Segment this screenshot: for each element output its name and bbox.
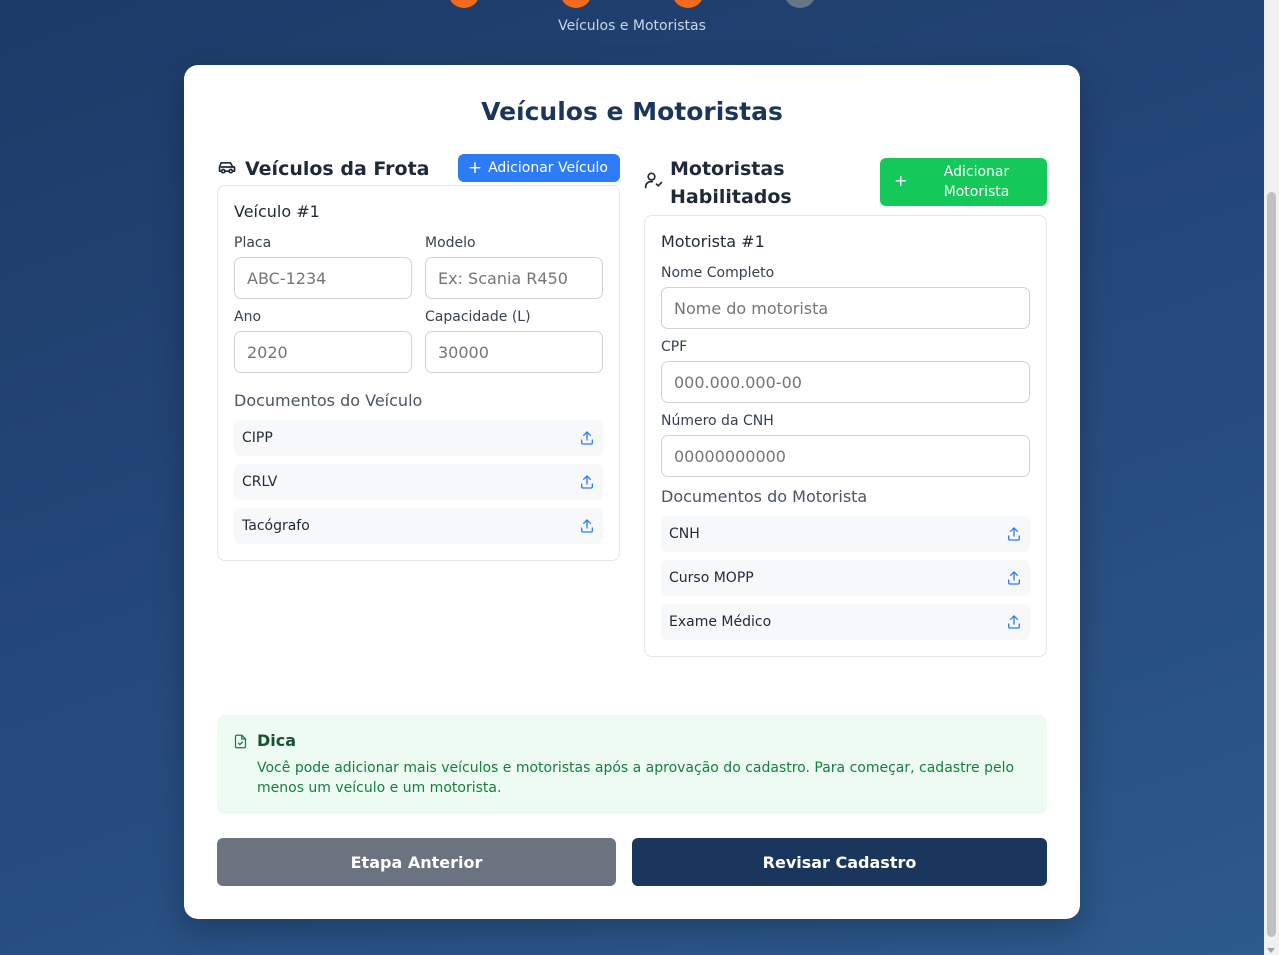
- cpf-input[interactable]: [661, 361, 1030, 403]
- upload-icon[interactable]: [579, 430, 595, 446]
- upload-icon[interactable]: [579, 474, 595, 490]
- driver-doc-medical-exam[interactable]: Exame Médico: [661, 604, 1030, 640]
- progress-stepper: Veículos e Motoristas: [0, 0, 1264, 60]
- driver-card: Motorista #1 Nome Completo CPF Número da…: [644, 215, 1047, 657]
- user-check-icon: [644, 170, 664, 190]
- doc-name: Tacógrafo: [242, 518, 310, 534]
- drivers-title: Motoristas Habilitados: [670, 155, 792, 211]
- doc-name: CNH: [669, 526, 700, 542]
- upload-icon[interactable]: [579, 518, 595, 534]
- driver-doc-mopp[interactable]: Curso MOPP: [661, 560, 1030, 596]
- vehicles-title: Veículos da Frota: [245, 158, 430, 180]
- drivers-section: Motoristas Habilitados + Adicionar Motor…: [644, 153, 1047, 657]
- full-name-input[interactable]: [661, 287, 1030, 329]
- upload-icon[interactable]: [1006, 570, 1022, 586]
- page-title: Veículos e Motoristas: [481, 97, 783, 126]
- review-registration-button[interactable]: Revisar Cadastro: [632, 838, 1047, 886]
- tip-text: Você pode adicionar mais veículos e moto…: [257, 760, 1015, 796]
- add-driver-label: Adicionar Motorista: [924, 162, 1029, 202]
- full-name-label: Nome Completo: [661, 265, 775, 281]
- drivers-title-line1: Motoristas: [670, 158, 785, 180]
- car-icon: [217, 157, 237, 177]
- plus-icon: +: [467, 157, 483, 178]
- model-label: Modelo: [425, 235, 476, 251]
- cpf-label: CPF: [661, 339, 688, 355]
- vehicle-doc-cipp[interactable]: CIPP: [234, 420, 603, 456]
- cnh-number-label: Número da CNH: [661, 413, 774, 429]
- add-driver-label-line1: Adicionar: [943, 164, 1010, 180]
- step-1-indicator: [448, 0, 480, 8]
- file-check-icon: [233, 734, 248, 749]
- driver-card-title: Motorista #1: [661, 232, 765, 251]
- plate-input[interactable]: [234, 257, 412, 299]
- previous-step-button[interactable]: Etapa Anterior: [217, 838, 616, 886]
- capacity-input[interactable]: [425, 331, 603, 373]
- tip-title: Dica: [257, 731, 297, 750]
- drivers-title-line2: Habilitados: [670, 186, 792, 208]
- current-step-label: Veículos e Motoristas: [558, 18, 706, 34]
- vehicle-docs-title: Documentos do Veículo: [234, 391, 423, 410]
- driver-docs-title: Documentos do Motorista: [661, 487, 868, 506]
- step-4-indicator: [784, 0, 816, 8]
- doc-name: CIPP: [242, 430, 273, 446]
- doc-name: Curso MOPP: [669, 570, 754, 586]
- page-scrollbar[interactable]: [1264, 0, 1279, 955]
- vehicle-doc-crlv[interactable]: CRLV: [234, 464, 603, 500]
- registration-card: Veículos e Motoristas Veículos da Frota …: [184, 65, 1080, 919]
- drivers-header: Motoristas Habilitados + Adicionar Motor…: [644, 153, 1047, 223]
- add-driver-button[interactable]: + Adicionar Motorista: [880, 158, 1047, 206]
- plus-icon: +: [894, 171, 908, 190]
- vehicles-section: Veículos da Frota + Adicionar Veículo Ve…: [217, 153, 620, 561]
- cnh-number-input[interactable]: [661, 435, 1030, 477]
- driver-doc-cnh[interactable]: CNH: [661, 516, 1030, 552]
- vehicle-doc-tachograph[interactable]: Tacógrafo: [234, 508, 603, 544]
- year-input[interactable]: [234, 331, 412, 373]
- doc-name: CRLV: [242, 474, 278, 490]
- add-driver-label-line2: Motorista: [943, 184, 1010, 200]
- scroll-down-arrow-icon[interactable]: [1267, 948, 1275, 953]
- add-vehicle-button[interactable]: + Adicionar Veículo: [457, 154, 620, 182]
- add-vehicle-label: Adicionar Veículo: [488, 160, 608, 176]
- model-input[interactable]: [425, 257, 603, 299]
- upload-icon[interactable]: [1006, 526, 1022, 542]
- capacity-label: Capacidade (L): [425, 309, 531, 325]
- tip-box: Dica Você pode adicionar mais veículos e…: [217, 715, 1047, 814]
- doc-name: Exame Médico: [669, 614, 772, 630]
- step-3-indicator: [672, 0, 704, 8]
- year-label: Ano: [234, 309, 262, 325]
- scrollbar-thumb[interactable]: [1267, 192, 1276, 937]
- plate-label: Placa: [234, 235, 272, 251]
- step-2-indicator: [560, 0, 592, 8]
- vehicle-card-title: Veículo #1: [234, 202, 320, 221]
- vehicle-card: Veículo #1 Placa Modelo Ano Capacidade (…: [217, 185, 620, 561]
- upload-icon[interactable]: [1006, 614, 1022, 630]
